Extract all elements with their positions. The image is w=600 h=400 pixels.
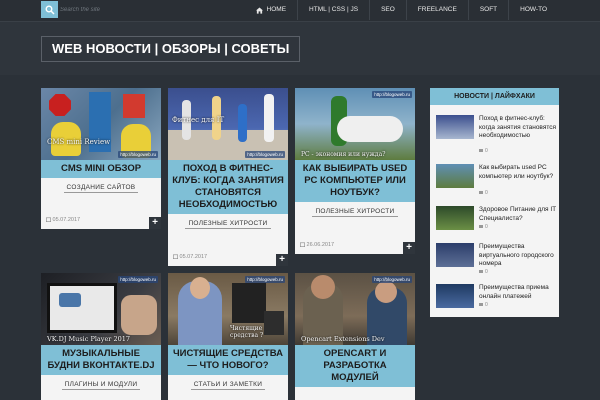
- post-thumbnail[interactable]: PC - экономия или нужда? http://blogoweb…: [295, 88, 415, 160]
- expand-plus-icon[interactable]: +: [403, 242, 415, 254]
- sidebar-post-thumbnail[interactable]: [436, 115, 474, 139]
- sidebar-post-thumbnail[interactable]: [436, 206, 474, 230]
- post-thumbnail[interactable]: Фитнес для IT http://blogoweb.ru: [168, 88, 288, 160]
- thumb-caption: VK.DJ Music Player 2017: [47, 335, 131, 343]
- post-title[interactable]: CMS MINI ОБЗОР: [41, 160, 161, 178]
- post-title[interactable]: МУЗЫКАЛЬНЫЕ БУДНИ ВКОНТАКТЕ.DJ: [41, 345, 161, 375]
- site-title[interactable]: WEB НОВОСТИ | ОБЗОРЫ | СОВЕТЫ: [41, 36, 301, 62]
- post-date-text: 05.07.2017: [52, 217, 81, 223]
- sidebar-post-title[interactable]: Как выбирать used PC компьютер или ноутб…: [479, 164, 557, 181]
- post-category[interactable]: СТАТЬИ И ЗАМЕТКИ: [190, 380, 266, 390]
- post-card[interactable]: VK.DJ Music Player 2017 http://blogoweb.…: [41, 273, 161, 400]
- nav-item-home[interactable]: HOME: [245, 0, 298, 20]
- sidebar-post-item[interactable]: Преимущества виртуального городского ном…: [436, 243, 557, 275]
- sidebar-widget: НОВОСТИ | ЛАЙФХАКИ Поход в фитнес-клуб: …: [430, 88, 559, 317]
- post-date: 26.06.2017: [300, 242, 334, 248]
- nav-item-soft[interactable]: SOFT: [467, 0, 508, 20]
- comment-icon: [479, 191, 483, 194]
- comment-icon: [479, 303, 483, 306]
- sidebar-post-thumbnail[interactable]: [436, 243, 474, 267]
- thumb-caption: PC - экономия или нужда?: [301, 151, 386, 158]
- comment-count: 0: [485, 224, 488, 230]
- nav-item-label: SOFT: [479, 6, 498, 13]
- post-category[interactable]: ПОЛЕЗНЫЕ ХИТРОСТИ: [312, 207, 398, 217]
- sidebar-post-comments: 0: [479, 148, 488, 154]
- sidebar-post-comments: 0: [479, 224, 488, 230]
- post-date-text: 05.07.2017: [179, 254, 208, 260]
- sidebar-post-item[interactable]: Поход в фитнес-клуб: когда занятия стано…: [436, 115, 557, 154]
- sidebar-post-item[interactable]: Как выбирать used PC компьютер или ноутб…: [436, 164, 557, 196]
- sidebar-post-title[interactable]: Преимущества виртуального городского ном…: [479, 243, 557, 269]
- home-icon: [255, 6, 263, 14]
- thumb-caption: Чистящие средства ?: [230, 325, 264, 339]
- watermark: http://blogoweb.ru: [118, 151, 158, 158]
- calendar-icon: [173, 254, 179, 260]
- main-nav: HOME HTML | CSS | JS SEO FREELANCE SOFT …: [245, 0, 558, 20]
- thumb-caption: CMS mini Review: [47, 138, 111, 146]
- post-thumbnail[interactable]: VK.DJ Music Player 2017 http://blogoweb.…: [41, 273, 161, 345]
- watermark: http://blogoweb.ru: [118, 276, 158, 283]
- sidebar-post-item[interactable]: Преимущества приема онлайн платежей 0: [436, 284, 556, 314]
- nav-item-label: HTML | CSS | JS: [309, 6, 359, 13]
- sidebar-post-comments: 0: [479, 302, 488, 308]
- nav-item-label: HOW-to: [520, 6, 547, 13]
- post-thumbnail[interactable]: CMS mini Review http://blogoweb.ru: [41, 88, 161, 160]
- search-input[interactable]: [60, 3, 200, 17]
- nav-item-html-css-js[interactable]: HTML | CSS | JS: [297, 0, 369, 20]
- post-thumbnail[interactable]: Opencart Extensions Dev http://blogoweb.…: [295, 273, 415, 345]
- sidebar-post-title[interactable]: Здоровое Питание для IT Специалиста?: [479, 206, 557, 223]
- post-title[interactable]: ПОХОД В ФИТНЕС-КЛУБ: КОГДА ЗАНЯТИЯ СТАНО…: [168, 160, 288, 214]
- nav-item-freelance[interactable]: FREELANCE: [405, 0, 468, 20]
- watermark: http://blogoweb.ru: [245, 276, 285, 283]
- comment-count: 0: [485, 190, 488, 196]
- post-date: 05.07.2017: [173, 254, 207, 260]
- post-date-text: 26.06.2017: [306, 242, 335, 248]
- post-card[interactable]: Фитнес для IT http://blogoweb.ru ПОХОД В…: [168, 88, 288, 266]
- nav-item-label: SEO: [381, 6, 395, 13]
- sidebar-post-comments: 0: [479, 269, 488, 275]
- watermark: http://blogoweb.ru: [372, 276, 412, 283]
- sidebar-post-title[interactable]: Поход в фитнес-клуб: когда занятия стано…: [479, 115, 557, 141]
- expand-plus-icon[interactable]: +: [149, 217, 161, 229]
- search-icon: [45, 5, 55, 15]
- post-title[interactable]: ЧИСТЯЩИЕ СРЕДСТВА — ЧТО НОВОГО?: [168, 345, 288, 375]
- post-thumbnail[interactable]: Чистящие средства ? http://blogoweb.ru: [168, 273, 288, 345]
- post-card[interactable]: PC - экономия или нужда? http://blogoweb…: [295, 88, 415, 254]
- watermark: http://blogoweb.ru: [245, 151, 285, 158]
- thumb-caption: Opencart Extensions Dev: [301, 335, 385, 343]
- post-card[interactable]: Чистящие средства ? http://blogoweb.ru Ч…: [168, 273, 288, 400]
- post-card[interactable]: CMS mini Review http://blogoweb.ru CMS M…: [41, 88, 161, 229]
- post-title[interactable]: КАК ВЫБИРАТЬ USED PC КОМПЬЮТЕР ИЛИ НОУТБ…: [295, 160, 415, 202]
- sidebar-post-comments: 0: [479, 190, 488, 196]
- thumb-caption: Фитнес для IT: [172, 116, 225, 124]
- post-category[interactable]: ПЛАГИНЫ И МОДУЛИ: [61, 380, 141, 390]
- nav-item-label: HOME: [266, 6, 287, 13]
- post-card[interactable]: Opencart Extensions Dev http://blogoweb.…: [295, 273, 415, 400]
- sidebar-post-thumbnail[interactable]: [436, 284, 474, 308]
- nav-item-seo[interactable]: SEO: [369, 0, 406, 20]
- comment-count: 0: [485, 302, 488, 308]
- top-bar: HOME HTML | CSS | JS SEO FREELANCE SOFT …: [0, 0, 600, 22]
- search-button[interactable]: [41, 1, 58, 18]
- comment-icon: [479, 149, 483, 152]
- expand-plus-icon[interactable]: +: [276, 254, 288, 266]
- post-category[interactable]: СОЗДАНИЕ САЙТОВ: [63, 183, 139, 193]
- comment-icon: [479, 270, 483, 273]
- sidebar-post-title[interactable]: Преимущества приема онлайн платежей: [479, 284, 557, 301]
- nav-item-how-to[interactable]: HOW-to: [508, 0, 558, 20]
- watermark: http://blogoweb.ru: [372, 91, 412, 98]
- post-category[interactable]: ПОЛЕЗНЫЕ ХИТРОСТИ: [185, 219, 271, 229]
- comment-icon: [479, 225, 483, 228]
- calendar-icon: [300, 242, 306, 248]
- sidebar-heading: НОВОСТИ | ЛАЙФХАКИ: [430, 88, 559, 105]
- calendar-icon: [46, 217, 52, 223]
- post-title[interactable]: OPENCART И РАЗРАБОТКА МОДУЛЕЙ: [295, 345, 415, 387]
- sidebar-post-item[interactable]: Здоровое Питание для IT Специалиста? 0: [436, 206, 556, 236]
- sidebar-post-thumbnail[interactable]: [436, 164, 474, 188]
- comment-count: 0: [485, 269, 488, 275]
- comment-count: 0: [485, 148, 488, 154]
- post-date: 05.07.2017: [46, 217, 80, 223]
- nav-item-label: FREELANCE: [417, 6, 457, 13]
